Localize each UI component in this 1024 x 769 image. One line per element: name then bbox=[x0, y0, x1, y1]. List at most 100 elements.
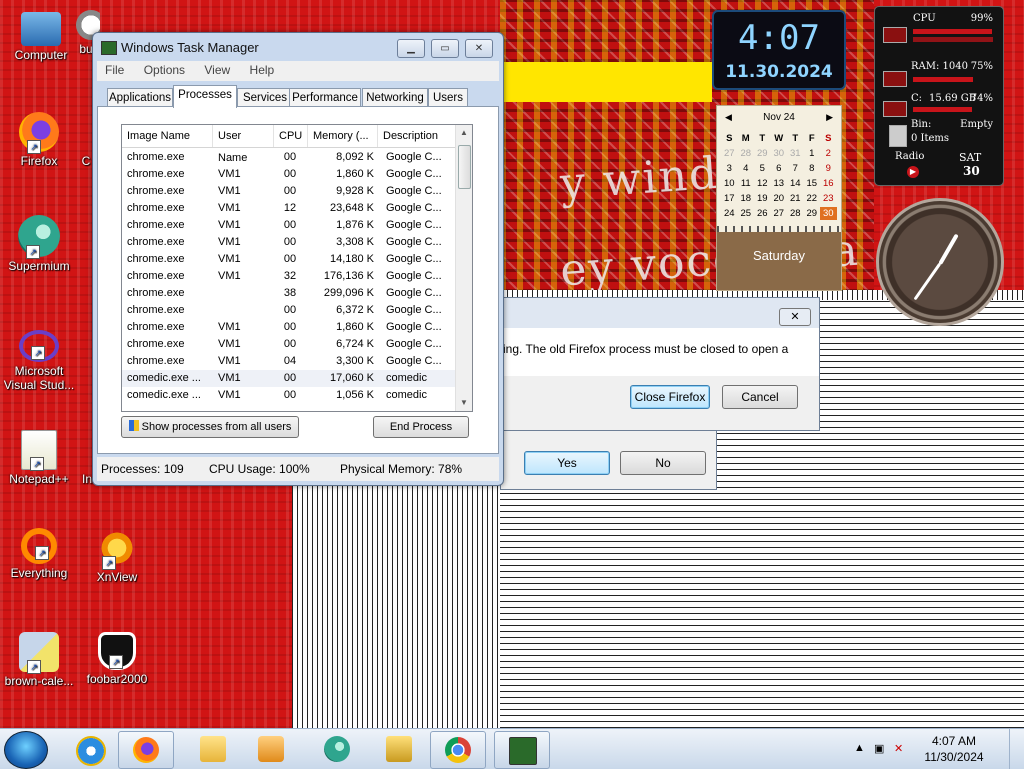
calendar-day[interactable]: 27 bbox=[771, 207, 788, 220]
process-list[interactable]: Image Name User Name CPU Memory (... Des… bbox=[121, 124, 473, 412]
desktop-icon-xnview[interactable]: ↗ XnView bbox=[78, 528, 156, 584]
calendar-day[interactable]: 30 bbox=[820, 207, 837, 220]
tray-date[interactable]: 11/30/2024 bbox=[914, 750, 994, 764]
cancel-button[interactable]: Cancel bbox=[722, 385, 798, 409]
calendar-day[interactable]: 25 bbox=[738, 207, 755, 220]
close-icon[interactable]: ✕ bbox=[779, 308, 811, 326]
desktop-icon-everything[interactable]: ↗ Everything bbox=[0, 528, 78, 580]
table-row[interactable]: chrome.exe VM1 00 9,928 K Google C... bbox=[122, 183, 456, 200]
table-row[interactable]: comedic.exe ... VM1 00 1,056 K comedic bbox=[122, 387, 456, 404]
system-meter-gadget[interactable]: CPU 99% RAM: 1040 75% C: 15.69 GB 74% Bi… bbox=[874, 6, 1004, 186]
column-image-name[interactable]: Image Name bbox=[122, 125, 213, 147]
tab-services[interactable]: Services bbox=[237, 88, 293, 107]
table-row[interactable]: chrome.exe VM1 00 1,860 K Google C... bbox=[122, 166, 456, 183]
calendar-day[interactable]: 12 bbox=[754, 177, 771, 190]
menu-options[interactable]: Options bbox=[136, 61, 193, 77]
maximize-button[interactable]: ▭ bbox=[431, 39, 459, 58]
volume-muted-icon[interactable]: ✕ bbox=[894, 742, 908, 756]
calendar-day[interactable]: 7 bbox=[787, 162, 804, 175]
tab-networking[interactable]: Networking bbox=[362, 88, 428, 107]
table-row[interactable]: chrome.exe VM1 00 14,180 K Google C... bbox=[122, 251, 456, 268]
taskbar-explorer[interactable] bbox=[186, 731, 240, 767]
table-row[interactable]: chrome.exe VM1 00 1,876 K Google C... bbox=[122, 217, 456, 234]
calendar-day[interactable]: 22 bbox=[804, 192, 821, 205]
title-bar[interactable]: Windows Task Manager ▁ ▭ ✕ bbox=[93, 33, 503, 61]
calendar-day[interactable]: 4 bbox=[738, 162, 755, 175]
menu-view[interactable]: View bbox=[196, 61, 238, 77]
calendar-day[interactable]: 29 bbox=[804, 207, 821, 220]
tab-processes[interactable]: Processes bbox=[173, 85, 237, 108]
table-row[interactable]: chrome.exe VM1 32 176,136 K Google C... bbox=[122, 268, 456, 285]
digital-clock-gadget[interactable]: 4:07 11.30.2024 bbox=[712, 10, 846, 90]
desktop-icon-notepadpp[interactable]: ↗ Notepad++ bbox=[0, 430, 78, 486]
close-button[interactable]: ✕ bbox=[465, 39, 493, 58]
start-button[interactable] bbox=[4, 731, 48, 769]
tab-applications[interactable]: Applications bbox=[107, 88, 173, 107]
calendar-day[interactable]: 11 bbox=[738, 177, 755, 190]
minimize-button[interactable]: ▁ bbox=[397, 39, 425, 58]
table-row[interactable]: chrome.exe 38 299,096 K Google C... bbox=[122, 285, 456, 302]
calendar-day[interactable]: 21 bbox=[787, 192, 804, 205]
calendar-day[interactable]: 9 bbox=[820, 162, 837, 175]
show-all-processes-button[interactable]: Show processes from all users bbox=[121, 416, 299, 438]
desktop-icon-computer[interactable]: Computer bbox=[2, 10, 80, 62]
calendar-day[interactable]: 28 bbox=[738, 147, 755, 160]
desktop-icon-visual-studio[interactable]: ↗ Microsoft Visual Stud... bbox=[0, 330, 78, 392]
table-row[interactable]: chrome.exe VM1 12 23,648 K Google C... bbox=[122, 200, 456, 217]
calendar-day[interactable]: 5 bbox=[754, 162, 771, 175]
tab-performance[interactable]: Performance bbox=[289, 88, 361, 107]
column-description[interactable]: Description bbox=[378, 125, 456, 147]
taskbar-media-player[interactable] bbox=[244, 731, 298, 767]
taskbar-supermium[interactable] bbox=[310, 731, 364, 767]
calendar-day[interactable]: 27 bbox=[721, 147, 738, 160]
table-row[interactable]: comedic.exe ... VM1 00 17,060 K comedic bbox=[122, 370, 456, 387]
table-row[interactable]: chrome.exe VM1 04 3,300 K Google C... bbox=[122, 353, 456, 370]
calendar-day[interactable]: 28 bbox=[787, 207, 804, 220]
calendar-day[interactable]: 20 bbox=[771, 192, 788, 205]
calendar-day[interactable]: 16 bbox=[820, 177, 837, 190]
calendar-day[interactable]: 14 bbox=[787, 177, 804, 190]
calendar-day[interactable]: 17 bbox=[721, 192, 738, 205]
calendar-day[interactable]: 29 bbox=[754, 147, 771, 160]
tab-users[interactable]: Users bbox=[428, 88, 468, 107]
calendar-day[interactable]: 10 bbox=[721, 177, 738, 190]
scroll-down-icon[interactable]: ▼ bbox=[456, 395, 472, 411]
calendar-day[interactable]: 23 bbox=[820, 192, 837, 205]
desktop-icon-foobar2000[interactable]: ↗ foobar2000 bbox=[78, 632, 156, 686]
next-month-icon[interactable]: ▶ bbox=[826, 112, 833, 123]
network-icon[interactable]: ▣ bbox=[874, 742, 888, 756]
desktop-icon-supermium[interactable]: ↗ Supermium bbox=[0, 215, 78, 273]
calendar-day[interactable]: 2 bbox=[820, 147, 837, 160]
analog-clock-gadget[interactable] bbox=[876, 198, 1004, 326]
calendar-day[interactable]: 13 bbox=[771, 177, 788, 190]
column-cpu[interactable]: CPU bbox=[274, 125, 308, 147]
menu-file[interactable]: File bbox=[97, 61, 132, 77]
calendar-day[interactable]: 24 bbox=[721, 207, 738, 220]
show-hidden-icons-icon[interactable]: ▲ bbox=[854, 742, 868, 756]
table-row[interactable]: chrome.exe VM1 00 3,308 K Google C... bbox=[122, 234, 456, 251]
calendar-day[interactable]: 3 bbox=[721, 162, 738, 175]
menu-help[interactable]: Help bbox=[242, 61, 283, 77]
yes-button[interactable]: Yes bbox=[524, 451, 610, 475]
calendar-day[interactable]: 31 bbox=[787, 147, 804, 160]
taskbar-chrome[interactable] bbox=[430, 731, 486, 769]
close-firefox-button[interactable]: Close Firefox bbox=[630, 385, 710, 409]
end-process-button[interactable]: End Process bbox=[373, 416, 469, 438]
calendar-day[interactable]: 19 bbox=[754, 192, 771, 205]
calendar-day[interactable]: 1 bbox=[804, 147, 821, 160]
task-manager-window[interactable]: Windows Task Manager ▁ ▭ ✕ File Options … bbox=[92, 32, 504, 486]
vertical-scrollbar[interactable]: ▲ ▼ bbox=[455, 125, 472, 411]
table-row[interactable]: chrome.exe VM1 00 1,860 K Google C... bbox=[122, 319, 456, 336]
calendar-day[interactable]: 15 bbox=[804, 177, 821, 190]
calendar-day[interactable]: 30 bbox=[771, 147, 788, 160]
calendar-day[interactable]: 8 bbox=[804, 162, 821, 175]
show-desktop-button[interactable] bbox=[1009, 729, 1024, 769]
taskbar-installer[interactable] bbox=[372, 731, 426, 767]
scroll-thumb[interactable] bbox=[458, 145, 471, 189]
calendar-day[interactable]: 6 bbox=[771, 162, 788, 175]
no-button[interactable]: No bbox=[620, 451, 706, 475]
desktop-icon-firefox[interactable]: ↗ Firefox bbox=[0, 112, 78, 168]
desktop-icon-brown-calendar[interactable]: ↗ brown-cale... bbox=[0, 632, 78, 688]
scroll-up-icon[interactable]: ▲ bbox=[456, 125, 472, 141]
column-memory[interactable]: Memory (... bbox=[308, 125, 378, 147]
